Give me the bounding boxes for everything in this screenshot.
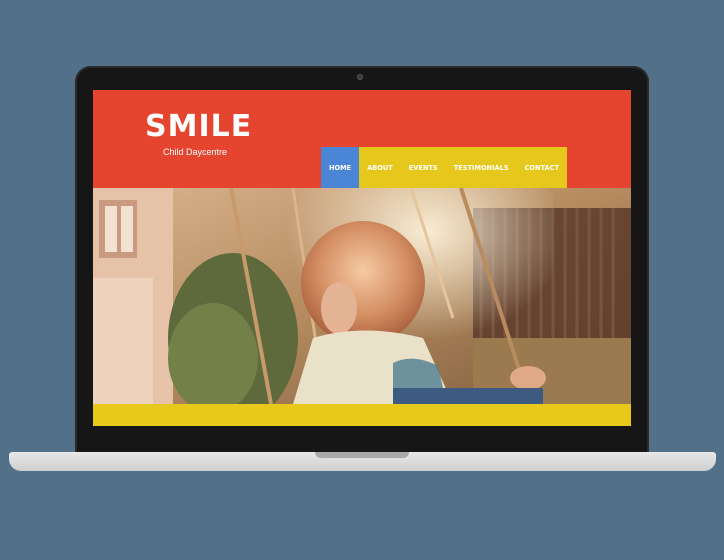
laptop-base — [9, 452, 716, 471]
laptop-notch — [315, 452, 409, 458]
main-nav: HOME ABOUT EVENTS TESTIMONIALS CONTACT — [321, 147, 567, 188]
nav-item-testimonials[interactable]: TESTIMONIALS — [445, 147, 517, 188]
site-tagline: Child Daycentre — [163, 147, 228, 157]
hero-image — [93, 188, 631, 404]
nav-item-events[interactable]: EVENTS — [400, 147, 446, 188]
laptop-lid: SMILE Child Daycentre HOME ABOUT EVENTS … — [75, 66, 649, 456]
webcam-icon — [357, 74, 363, 80]
footer-bar — [93, 404, 631, 426]
nav-item-about[interactable]: ABOUT — [359, 147, 401, 188]
laptop-screen: SMILE Child Daycentre HOME ABOUT EVENTS … — [93, 90, 631, 426]
nav-item-home[interactable]: HOME — [321, 147, 360, 188]
site-header: SMILE Child Daycentre HOME ABOUT EVENTS … — [93, 90, 631, 188]
nav-item-contact[interactable]: CONTACT — [516, 147, 567, 188]
site-logo[interactable]: SMILE — [145, 112, 252, 142]
